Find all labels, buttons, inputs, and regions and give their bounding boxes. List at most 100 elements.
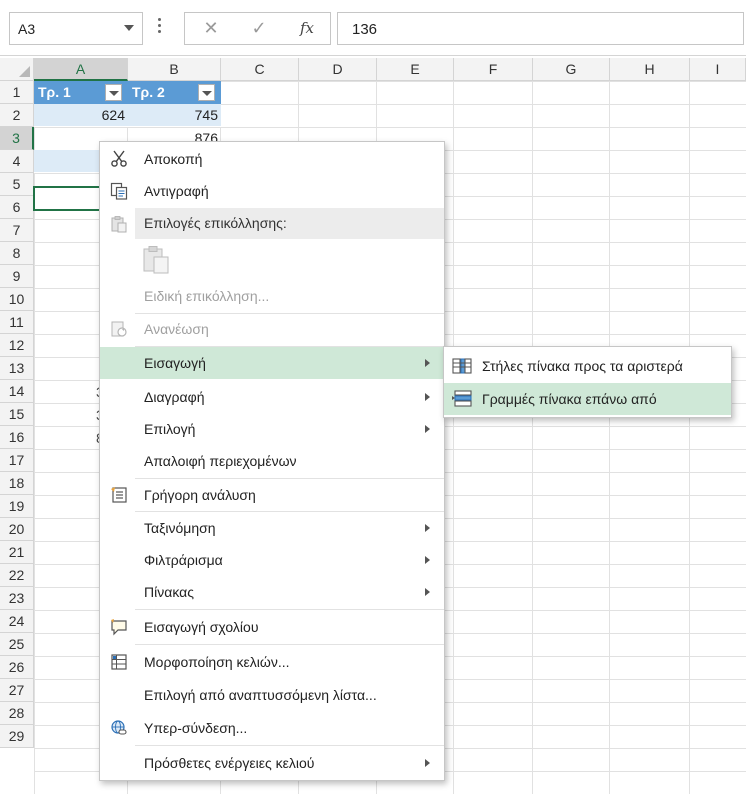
menu-separator xyxy=(135,644,444,645)
table-header-2[interactable]: Τρ. 2 xyxy=(128,81,221,104)
scissors-icon xyxy=(111,150,127,167)
cancel-icon[interactable]: ✕ xyxy=(187,13,235,44)
copy-icon xyxy=(110,182,128,200)
menu-item-filter[interactable]: Φιλτράρισμα xyxy=(100,544,444,576)
menu-item-label: Υπερ-σύνδεση... xyxy=(144,720,248,736)
table-header-label: Τρ. 1 xyxy=(38,84,71,100)
filter-dropdown-icon[interactable] xyxy=(198,84,215,101)
submenu-item-rows-above[interactable]: Γραμμές πίνακα επάνω από xyxy=(444,383,731,415)
row-header-1[interactable]: 1 xyxy=(0,81,34,104)
column-header-g[interactable]: G xyxy=(533,58,610,81)
table-header-1[interactable]: Τρ. 1 xyxy=(34,81,128,104)
row-header-10[interactable]: 10 xyxy=(0,288,34,311)
more-options-icon[interactable] xyxy=(158,18,162,38)
clipboard-icon xyxy=(111,216,127,233)
filter-dropdown-icon[interactable] xyxy=(105,84,122,101)
row-header-23[interactable]: 23 xyxy=(0,587,34,610)
menu-item-label: Φιλτράρισμα xyxy=(144,552,223,568)
row-header-4[interactable]: 4 xyxy=(0,150,34,173)
menu-item-select[interactable]: Επιλογή xyxy=(100,413,444,445)
paste-option-button[interactable] xyxy=(140,243,174,277)
row-header-25[interactable]: 25 xyxy=(0,633,34,656)
row-header-9[interactable]: 9 xyxy=(0,265,34,288)
column-header-f[interactable]: F xyxy=(454,58,533,81)
hyperlink-icon xyxy=(111,720,127,735)
column-header-b[interactable]: B xyxy=(128,58,221,81)
menu-item-cut[interactable]: Αποκοπή xyxy=(100,143,444,175)
menu-item-insert-comment[interactable]: Εισαγωγή σχολίου xyxy=(100,611,444,643)
table-header-label: Τρ. 2 xyxy=(132,84,165,100)
menu-item-sort[interactable]: Ταξινόμηση xyxy=(100,512,444,544)
check-icon[interactable]: ✓ xyxy=(235,13,283,44)
formula-value: 136 xyxy=(352,21,378,38)
insert-submenu: Στήλες πίνακα προς τα αριστερά Γραμμές π… xyxy=(443,346,732,418)
row-header-26[interactable]: 26 xyxy=(0,656,34,679)
menu-item-insert[interactable]: Εισαγωγή xyxy=(100,347,444,379)
row-header-27[interactable]: 27 xyxy=(0,679,34,702)
row-header-16[interactable]: 16 xyxy=(0,426,34,449)
row-header-20[interactable]: 20 xyxy=(0,518,34,541)
select-all-button[interactable] xyxy=(0,58,34,81)
column-header-i[interactable]: I xyxy=(690,58,746,81)
menu-item-label: Ταξινόμηση xyxy=(144,520,216,536)
row-header-7[interactable]: 7 xyxy=(0,219,34,242)
column-header-c[interactable]: C xyxy=(221,58,299,81)
column-header-h[interactable]: H xyxy=(610,58,690,81)
menu-item-quick-analysis[interactable]: Γρήγορη ανάλυση xyxy=(100,479,444,511)
cell-a2[interactable]: 624 xyxy=(34,104,128,127)
row-header-13[interactable]: 13 xyxy=(0,357,34,380)
menu-item-label: Μορφοποίηση κελιών... xyxy=(144,654,290,670)
menu-item-hyperlink[interactable]: Υπερ-σύνδεση... xyxy=(100,712,444,744)
submenu-item-columns-left[interactable]: Στήλες πίνακα προς τα αριστερά xyxy=(444,350,731,382)
menu-item-copy[interactable]: Αντιγραφή xyxy=(100,175,444,207)
submenu-item-label: Στήλες πίνακα προς τα αριστερά xyxy=(482,358,683,374)
menu-item-label: Εισαγωγή xyxy=(144,355,206,371)
menu-item-delete[interactable]: Διαγραφή xyxy=(100,381,444,413)
menu-section-paste-options: Επιλογές επικόλλησης: xyxy=(135,208,444,239)
refresh-icon xyxy=(111,321,127,337)
column-header-d[interactable]: D xyxy=(299,58,377,81)
row-header-2[interactable]: 2 xyxy=(0,104,34,127)
menu-item-clear-contents[interactable]: Απαλοιφή περιεχομένων xyxy=(100,445,444,477)
row-header-15[interactable]: 15 xyxy=(0,403,34,426)
menu-item-format-cells[interactable]: Μορφοποίηση κελιών... xyxy=(100,646,444,678)
row-header-19[interactable]: 19 xyxy=(0,495,34,518)
menu-item-more-actions[interactable]: Πρόσθετες ενέργειες κελιού xyxy=(100,747,444,779)
row-header-17[interactable]: 17 xyxy=(0,449,34,472)
row-header-8[interactable]: 8 xyxy=(0,242,34,265)
column-header-e[interactable]: E xyxy=(377,58,454,81)
quick-analysis-icon xyxy=(111,487,127,503)
menu-item-label: Εισαγωγή σχολίου xyxy=(144,619,259,635)
column-header-a[interactable]: A xyxy=(34,58,128,81)
menu-item-label: Απαλοιφή περιεχομένων xyxy=(144,453,297,469)
menu-item-pick-from-list[interactable]: Επιλογή από αναπτυσσόμενη λίστα... xyxy=(100,679,444,711)
row-header-11[interactable]: 11 xyxy=(0,311,34,334)
chevron-right-icon xyxy=(425,425,430,433)
chevron-right-icon xyxy=(425,588,430,596)
row-header-6[interactable]: 6 xyxy=(0,196,34,219)
row-header-14[interactable]: 14 xyxy=(0,380,34,403)
menu-item-label: Πίνακας xyxy=(144,584,194,600)
row-header-21[interactable]: 21 xyxy=(0,541,34,564)
name-box[interactable]: A3 xyxy=(9,12,143,45)
format-cells-icon xyxy=(111,654,127,670)
row-header-24[interactable]: 24 xyxy=(0,610,34,633)
menu-item-refresh[interactable]: Ανανέωση xyxy=(100,313,444,345)
row-header-28[interactable]: 28 xyxy=(0,702,34,725)
menu-item-table[interactable]: Πίνακας xyxy=(100,576,444,608)
submenu-item-label: Γραμμές πίνακα επάνω από xyxy=(482,391,657,407)
name-box-value: A3 xyxy=(18,21,36,37)
insert-function-button[interactable]: fx xyxy=(283,13,331,44)
row-header-12[interactable]: 12 xyxy=(0,334,34,357)
row-header-18[interactable]: 18 xyxy=(0,472,34,495)
menu-item-paste-special[interactable]: Ειδική επικόλληση... xyxy=(100,280,444,312)
row-header-29[interactable]: 29 xyxy=(0,725,34,748)
cell-b2[interactable]: 745 xyxy=(128,104,221,127)
formula-input[interactable]: 136 xyxy=(337,12,744,45)
chevron-down-icon[interactable] xyxy=(124,25,134,31)
row-header-22[interactable]: 22 xyxy=(0,564,34,587)
row-header-5[interactable]: 5 xyxy=(0,173,34,196)
chevron-right-icon xyxy=(425,393,430,401)
comment-icon xyxy=(111,619,127,636)
row-header-3[interactable]: 3 xyxy=(0,127,34,150)
